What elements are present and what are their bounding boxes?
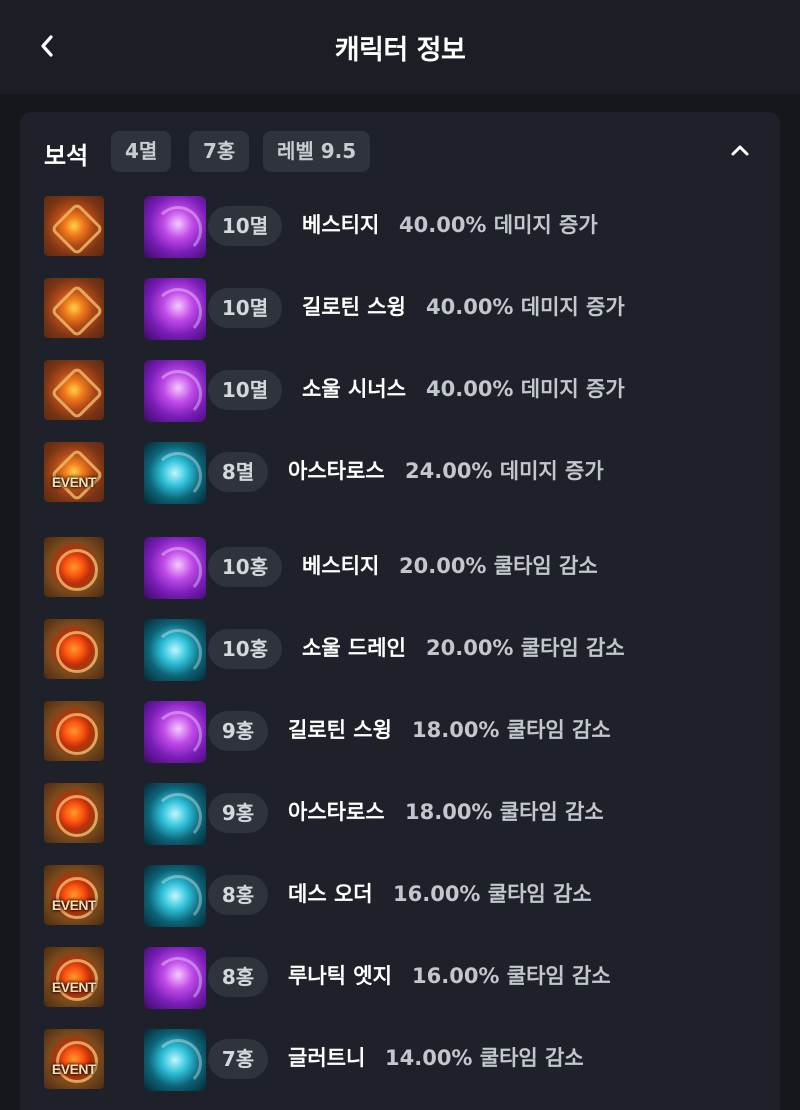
gem-level-badge: 10멸 bbox=[208, 288, 282, 328]
gem-row[interactable]: EVENT 8홍 데스 오더 16.00% 쿨타임 감소 bbox=[20, 863, 780, 927]
gem-effect: 20.00% 쿨타임 감소 bbox=[426, 636, 625, 660]
event-label: EVENT bbox=[51, 474, 97, 490]
gem-row[interactable]: 10멸 길로틴 스윙 40.00% 데미지 증가 bbox=[20, 276, 780, 340]
damage-gem-icon: EVENT bbox=[44, 442, 104, 502]
gem-level-badge: 7홍 bbox=[208, 1039, 268, 1079]
gem-effect: 40.00% 데미지 증가 bbox=[426, 377, 625, 401]
chip-average-level: 레벨 9.5 bbox=[263, 131, 371, 172]
gem-effect: 14.00% 쿨타임 감소 bbox=[385, 1046, 584, 1070]
damage-gem-icon bbox=[44, 196, 104, 256]
event-label: EVENT bbox=[51, 979, 97, 995]
cooldown-gem-icon bbox=[44, 701, 104, 761]
skill-icon bbox=[144, 701, 206, 763]
top-bar: 캐릭터 정보 bbox=[0, 0, 800, 94]
skill-name: 데스 오더 bbox=[288, 882, 373, 906]
event-label: EVENT bbox=[51, 897, 97, 913]
cooldown-gem-icon bbox=[44, 537, 104, 597]
gem-row[interactable]: 10멸 베스티지 40.00% 데미지 증가 bbox=[20, 194, 780, 258]
skill-name: 베스티지 bbox=[302, 213, 380, 237]
gems-card: 보석 4멸 7홍 레벨 9.5 10멸 베스티지 40.00% 데미지 증가 10멸 길… bbox=[20, 112, 780, 1110]
gems-section-header[interactable]: 보석 4멸 7홍 레벨 9.5 bbox=[20, 112, 780, 192]
page-title: 캐릭터 정보 bbox=[334, 35, 466, 66]
gem-row[interactable]: EVENT 7홍 글러트니 14.00% 쿨타임 감소 bbox=[20, 1027, 780, 1091]
cooldown-gem-icon: EVENT bbox=[44, 865, 104, 925]
chip-cooldown-count: 7홍 bbox=[189, 131, 250, 172]
gem-effect: 16.00% 쿨타임 감소 bbox=[393, 882, 592, 906]
gem-level-badge: 9홍 bbox=[208, 793, 268, 833]
skill-name: 길로틴 스윙 bbox=[288, 718, 392, 742]
gem-effect: 16.00% 쿨타임 감소 bbox=[412, 964, 611, 988]
gem-row[interactable]: 10홍 베스티지 20.00% 쿨타임 감소 bbox=[20, 535, 780, 599]
gem-effect: 18.00% 쿨타임 감소 bbox=[412, 718, 611, 742]
damage-gem-icon bbox=[44, 278, 104, 338]
collapse-button[interactable] bbox=[720, 134, 760, 168]
skill-name: 아스타로스 bbox=[288, 800, 385, 824]
skill-icon bbox=[144, 360, 206, 422]
gem-row[interactable]: 9홍 길로틴 스윙 18.00% 쿨타임 감소 bbox=[20, 699, 780, 763]
gem-effect: 40.00% 데미지 증가 bbox=[399, 213, 598, 237]
skill-icon bbox=[144, 783, 206, 845]
cooldown-gem-icon bbox=[44, 783, 104, 843]
gem-row[interactable]: EVENT 8멸 아스타로스 24.00% 데미지 증가 bbox=[20, 440, 780, 504]
gem-level-badge: 9홍 bbox=[208, 711, 268, 751]
gem-level-badge: 10멸 bbox=[208, 206, 282, 246]
skill-icon bbox=[144, 865, 206, 927]
skill-icon bbox=[144, 537, 206, 599]
skill-name: 아스타로스 bbox=[288, 459, 385, 483]
skill-icon bbox=[144, 278, 206, 340]
gem-row[interactable]: 10멸 소울 시너스 40.00% 데미지 증가 bbox=[20, 358, 780, 422]
skill-name: 루나틱 엣지 bbox=[288, 964, 392, 988]
gem-row[interactable]: EVENT 8홍 루나틱 엣지 16.00% 쿨타임 감소 bbox=[20, 945, 780, 1009]
gem-effect: 20.00% 쿨타임 감소 bbox=[399, 554, 598, 578]
skill-icon bbox=[144, 619, 206, 681]
damage-gem-icon bbox=[44, 360, 104, 420]
gem-effect: 24.00% 데미지 증가 bbox=[405, 459, 604, 483]
gem-row[interactable]: 10홍 소울 드레인 20.00% 쿨타임 감소 bbox=[20, 617, 780, 681]
gem-level-badge: 10홍 bbox=[208, 547, 282, 587]
gem-level-badge: 8홍 bbox=[208, 957, 268, 997]
cooldown-gem-icon: EVENT bbox=[44, 1029, 104, 1089]
gem-level-badge: 10멸 bbox=[208, 370, 282, 410]
skill-name: 글러트니 bbox=[288, 1046, 366, 1070]
skill-icon bbox=[144, 442, 206, 504]
skill-icon bbox=[144, 196, 206, 258]
gem-level-badge: 10홍 bbox=[208, 629, 282, 669]
gem-row[interactable]: 9홍 아스타로스 18.00% 쿨타임 감소 bbox=[20, 781, 780, 845]
skill-icon bbox=[144, 1029, 206, 1091]
skill-icon bbox=[144, 947, 206, 1009]
gem-effect: 18.00% 쿨타임 감소 bbox=[405, 800, 604, 824]
cooldown-gem-icon: EVENT bbox=[44, 947, 104, 1007]
skill-name: 베스티지 bbox=[302, 554, 380, 578]
gem-level-badge: 8멸 bbox=[208, 452, 268, 492]
skill-name: 소울 시너스 bbox=[302, 377, 406, 401]
section-title: 보석 bbox=[44, 142, 89, 170]
skill-name: 소울 드레인 bbox=[302, 636, 406, 660]
chip-destruction-count: 4멸 bbox=[111, 131, 172, 172]
event-label: EVENT bbox=[51, 1061, 97, 1077]
gem-level-badge: 8홍 bbox=[208, 875, 268, 915]
skill-name: 길로틴 스윙 bbox=[302, 295, 406, 319]
chevron-up-icon bbox=[731, 145, 749, 156]
cooldown-gem-icon bbox=[44, 619, 104, 679]
gem-effect: 40.00% 데미지 증가 bbox=[426, 295, 625, 319]
